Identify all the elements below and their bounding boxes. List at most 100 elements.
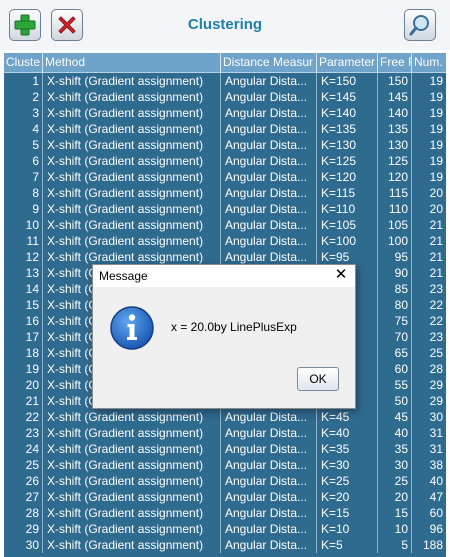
table-row[interactable]: 28 X-shift (Gradient assignment) Angular D…: [4, 505, 446, 521]
table-row[interactable]: 8 X-shift (Gradient assignment) Angular Di…: [4, 185, 446, 201]
table-row[interactable]: 9 X-shift (Gradient assignment) Angular Di…: [4, 201, 446, 217]
cell-free-params: 90: [378, 265, 412, 281]
table-row[interactable]: 26 X-shift (Gradient assignment) Angular D…: [4, 473, 446, 489]
cell-distance: Angular Dista...: [221, 105, 317, 121]
table-row[interactable]: 11 X-shift (Gradient assignment) Angular D…: [4, 233, 446, 249]
cell-free-params: 120: [378, 169, 412, 185]
cell-method: X-shift (Gradient assignment): [43, 249, 221, 265]
cell-free-params: 110: [378, 201, 412, 217]
table-row[interactable]: 22 X-shift (Gradient assignment) Angular D…: [4, 409, 446, 425]
cell-free-params: 115: [378, 185, 412, 201]
cell-method: X-shift (Gradient assignment): [43, 473, 221, 489]
cell-parameter: K=115: [317, 185, 378, 201]
cell-distance: Angular Dista...: [221, 73, 317, 89]
cell-distance: Angular Dista...: [221, 153, 317, 169]
ok-button[interactable]: OK: [297, 367, 339, 391]
table-row[interactable]: 12 X-shift (Gradient assignment) Angular D…: [4, 249, 446, 265]
table-row[interactable]: 7 X-shift (Gradient assignment) Angular Di…: [4, 169, 446, 185]
cell-cluster: 27: [4, 489, 43, 505]
cell-num: 21: [429, 266, 443, 280]
table-row[interactable]: 10 X-shift (Gradient assignment) Angular D…: [4, 217, 446, 233]
cell-cluster: 2: [4, 89, 43, 105]
cell-parameter: K=25: [317, 473, 378, 489]
page-title: Clustering: [187, 16, 263, 33]
cell-cluster: 10: [4, 217, 43, 233]
table-row[interactable]: 29 X-shift (Gradient assignment) Angular D…: [4, 521, 446, 537]
cell-num: 38: [429, 458, 443, 472]
search-button[interactable]: [404, 9, 436, 41]
cell-cluster: 19: [4, 361, 43, 377]
cell-method: X-shift (Gradient assignment): [43, 409, 221, 425]
cell-cluster: 21: [4, 393, 43, 409]
cell-num: 30: [429, 410, 443, 424]
dialog-title: Message: [99, 269, 148, 283]
cell-distance: Angular Dista...: [221, 409, 317, 425]
column-header-num[interactable]: Num.: [412, 53, 446, 72]
table-row[interactable]: 30 X-shift (Gradient assignment) Angular D…: [4, 537, 446, 553]
cell-parameter: K=140: [317, 105, 378, 121]
cell-free-params: 50: [378, 393, 412, 409]
cell-num: 188: [422, 538, 443, 552]
cell-num: 19: [429, 170, 443, 184]
cell-num: 19: [429, 90, 443, 104]
table-row[interactable]: 23 X-shift (Gradient assignment) Angular D…: [4, 425, 446, 441]
cell-distance: Angular Dista...: [221, 521, 317, 537]
cell-parameter: K=95: [317, 249, 378, 265]
cell-num: 19: [429, 106, 443, 120]
magnifier-icon: [409, 15, 429, 36]
cell-parameter: K=120: [317, 169, 378, 185]
cell-parameter: K=45: [317, 409, 378, 425]
cell-cluster: 3: [4, 105, 43, 121]
cell-distance: Angular Dista...: [221, 89, 317, 105]
cell-free-params: 80: [378, 297, 412, 313]
cell-cluster: 23: [4, 425, 43, 441]
cell-distance: Angular Dista...: [221, 121, 317, 137]
cell-method: X-shift (Gradient assignment): [43, 153, 221, 169]
cell-cluster: 14: [4, 281, 43, 297]
table-row[interactable]: 3 X-shift (Gradient assignment) Angular Di…: [4, 105, 446, 121]
close-icon[interactable]: ✕: [333, 267, 349, 283]
cell-distance: Angular Dista...: [221, 201, 317, 217]
table-row[interactable]: 2 X-shift (Gradient assignment) Angular Di…: [4, 89, 446, 105]
cell-free-params: 130: [378, 137, 412, 153]
cell-num: 21: [429, 218, 443, 232]
cell-free-params: 70: [378, 329, 412, 345]
cell-cluster: 6: [4, 153, 43, 169]
table-row[interactable]: 6 X-shift (Gradient assignment) Angular Di…: [4, 153, 446, 169]
table-row[interactable]: 27 X-shift (Gradient assignment) Angular D…: [4, 489, 446, 505]
cell-method: X-shift (Gradient assignment): [43, 137, 221, 153]
column-header-method[interactable]: Method: [43, 53, 221, 72]
cell-method: X-shift (Gradient assignment): [43, 425, 221, 441]
cell-cluster: 11: [4, 233, 43, 249]
cell-free-params: 125: [378, 153, 412, 169]
table-row[interactable]: 24 X-shift (Gradient assignment) Angular D…: [4, 441, 446, 457]
cell-method: X-shift (Gradient assignment): [43, 121, 221, 137]
cell-num: 25: [429, 346, 443, 360]
cell-method: X-shift (Gradient assignment): [43, 233, 221, 249]
cell-distance: Angular Dista...: [221, 425, 317, 441]
cell-num: 31: [429, 442, 443, 456]
table-row[interactable]: 1 X-shift (Gradient assignment) Angular Di…: [4, 73, 446, 89]
cell-num: 28: [429, 362, 443, 376]
table-row[interactable]: 25 X-shift (Gradient assignment) Angular D…: [4, 457, 446, 473]
cell-method: X-shift (Gradient assignment): [43, 73, 221, 89]
column-header-distance[interactable]: Distance Measur: [221, 53, 317, 72]
toolbar: Clustering: [0, 0, 450, 50]
cell-free-params: 140: [378, 105, 412, 121]
cell-distance: Angular Dista...: [221, 505, 317, 521]
cell-method: X-shift (Gradient assignment): [43, 169, 221, 185]
dialog-message: x = 20.0by LinePlusExp: [171, 320, 297, 334]
cell-method: X-shift (Gradient assignment): [43, 201, 221, 217]
cell-method: X-shift (Gradient assignment): [43, 505, 221, 521]
cell-cluster: 28: [4, 505, 43, 521]
column-header-free-params[interactable]: Free P: [378, 53, 412, 72]
table-row[interactable]: 5 X-shift (Gradient assignment) Angular Di…: [4, 137, 446, 153]
cell-parameter: K=135: [317, 121, 378, 137]
table-row[interactable]: 4 X-shift (Gradient assignment) Angular Di…: [4, 121, 446, 137]
cell-distance: Angular Dista...: [221, 489, 317, 505]
column-header-cluster[interactable]: Cluste: [4, 53, 43, 72]
cell-free-params: 100: [378, 233, 412, 249]
cell-free-params: 150: [378, 73, 412, 89]
column-header-parameter[interactable]: Parameter: [317, 53, 378, 72]
cell-num: 22: [429, 298, 443, 312]
